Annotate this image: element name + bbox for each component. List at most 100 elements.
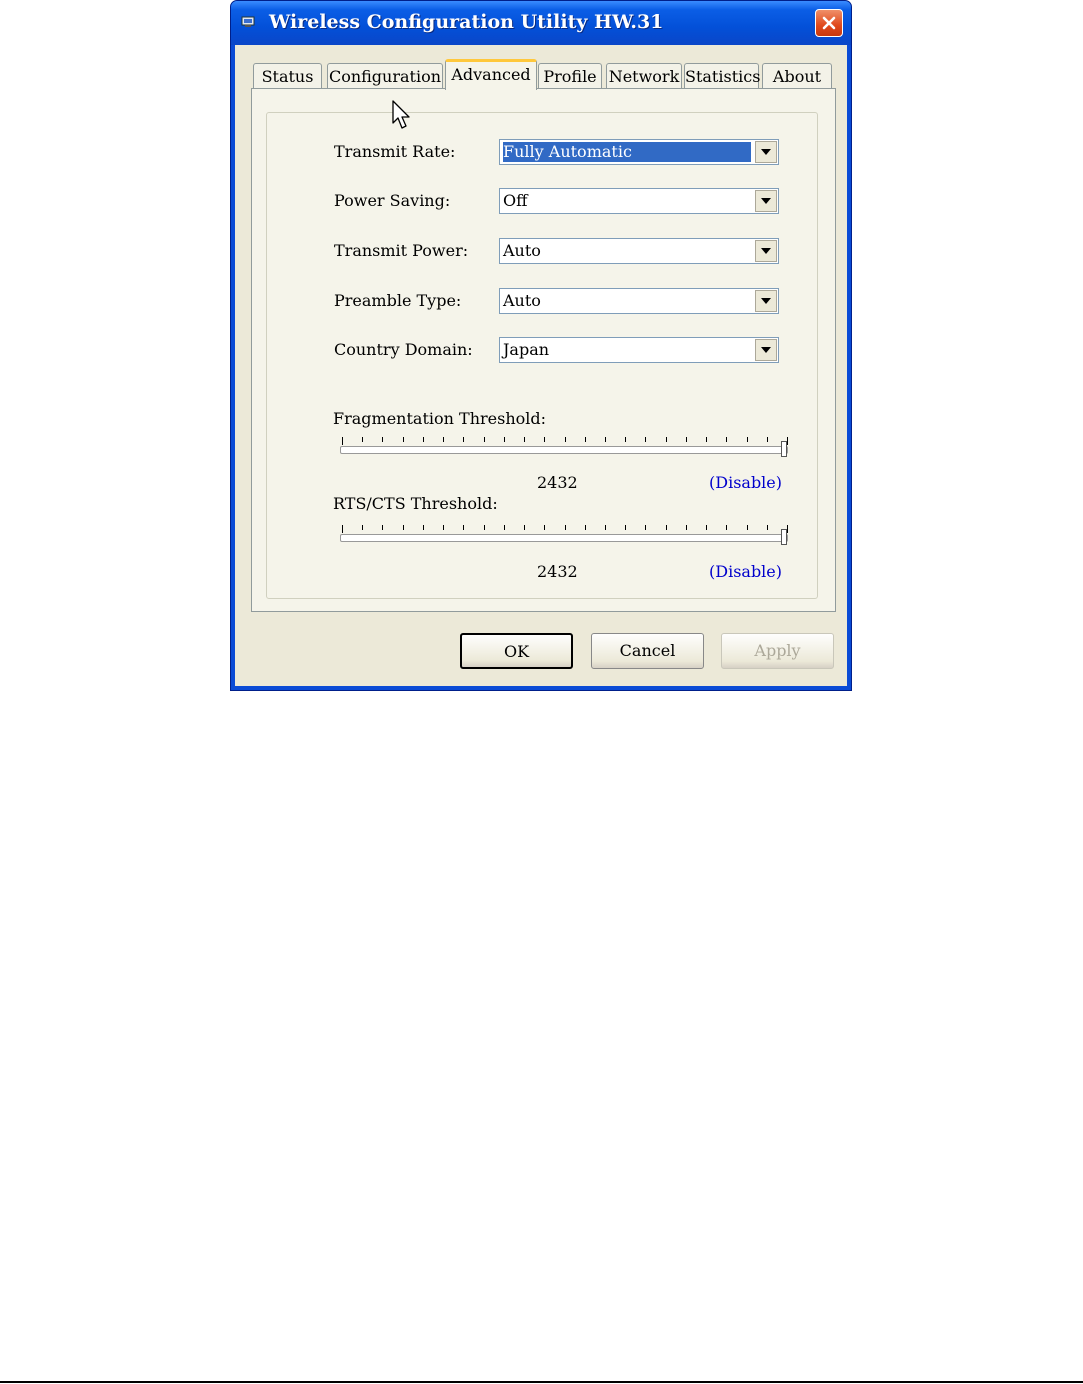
preamble-type-dropdown-button[interactable] [755,290,777,312]
slider-tick [565,525,566,530]
slider-tick [403,437,404,442]
rts-cts-slider[interactable] [340,529,788,545]
slider-tick [544,525,545,530]
tab-network[interactable]: Network [606,63,682,89]
slider-tick [504,437,505,442]
rts-cts-status: (Disable) [709,562,783,581]
slider-tick [666,525,667,530]
slider-tick [362,525,363,530]
power-saving-dropdown-button[interactable] [755,190,777,212]
slider-tick [787,525,788,533]
dialog-client-area: Status Configuration Advanced Profile Ne… [235,45,847,686]
power-saving-value: Off [503,191,528,210]
slider-tick [686,525,687,530]
slider-tick [645,525,646,530]
slider-tick [767,437,768,442]
country-domain-dropdown[interactable]: Japan [499,337,779,363]
preamble-type-value: Auto [503,291,541,310]
tab-status[interactable]: Status [253,63,322,89]
transmit-power-value: Auto [503,241,541,260]
dropdown-arrow-icon [761,198,771,204]
slider-tick [787,437,788,445]
tab-profile[interactable]: Profile [538,63,602,89]
close-icon [822,16,836,30]
slider-tick [443,437,444,442]
fragmentation-threshold-label: Fragmentation Threshold: [333,409,547,428]
rts-cts-slider-thumb[interactable] [781,529,787,545]
preamble-type-dropdown[interactable]: Auto [499,288,779,314]
slider-tick [544,437,545,442]
power-saving-label: Power Saving: [334,191,451,210]
transmit-rate-dropdown-button[interactable] [755,141,777,163]
rts-cts-value: 2432 [537,562,578,581]
slider-tick [362,437,363,442]
transmit-power-dropdown[interactable]: Auto [499,238,779,264]
slider-tick [645,437,646,442]
tab-configuration[interactable]: Configuration [327,63,443,89]
slider-tick [504,525,505,530]
country-domain-value: Japan [503,340,550,359]
slider-tick [342,437,343,445]
rts-cts-threshold-label: RTS/CTS Threshold: [333,494,498,513]
advanced-tab-panel: Transmit Rate: Fully Automatic Power Sav… [251,88,836,612]
slider-tick [484,437,485,442]
slider-tick [747,525,748,530]
slider-tick [484,525,485,530]
ok-button[interactable]: OK [460,633,573,669]
power-saving-dropdown[interactable]: Off [499,188,779,214]
network-adapter-icon [241,16,255,27]
dialog-window: Wireless Configuration Utility HW.31 Sta… [230,0,852,691]
slider-tick [585,525,586,530]
slider-tick [443,525,444,530]
fragmentation-status: (Disable) [709,473,783,492]
country-domain-label: Country Domain: [334,340,473,359]
preamble-type-label: Preamble Type: [334,291,462,310]
slider-tick [686,437,687,442]
slider-tick [423,437,424,442]
slider-tick [726,525,727,530]
tab-statistics[interactable]: Statistics [684,63,760,89]
slider-tick [423,525,424,530]
slider-tick [585,437,586,442]
mouse-cursor-icon [392,100,410,129]
slider-tick [463,437,464,442]
dropdown-arrow-icon [761,298,771,304]
slider-tick [382,437,383,442]
slider-tick [403,525,404,530]
page-bottom-rule [0,1381,1083,1383]
dropdown-arrow-icon [761,248,771,254]
dropdown-arrow-icon [761,347,771,353]
slider-tick [726,437,727,442]
window-title: Wireless Configuration Utility HW.31 [269,11,664,33]
transmit-power-dropdown-button[interactable] [755,240,777,262]
slider-tick [706,525,707,530]
tab-about[interactable]: About [762,63,832,89]
slider-tick [666,437,667,442]
transmit-rate-label: Transmit Rate: [334,142,456,161]
slider-tick [706,437,707,442]
fragmentation-slider-thumb[interactable] [781,441,787,457]
slider-tick [625,437,626,442]
tab-advanced[interactable]: Advanced [445,59,537,90]
slider-tick [565,437,566,442]
title-bar[interactable]: Wireless Configuration Utility HW.31 [231,1,851,45]
country-domain-dropdown-button[interactable] [755,339,777,361]
slider-tick [747,437,748,442]
slider-tick [342,525,343,533]
close-button[interactable] [815,9,843,37]
slider-tick [625,525,626,530]
apply-button[interactable]: Apply [721,633,834,669]
slider-tick [605,525,606,530]
slider-tick [767,525,768,530]
fragmentation-value: 2432 [537,473,578,492]
dropdown-arrow-icon [761,149,771,155]
slider-tick [524,437,525,442]
fragmentation-slider[interactable] [340,441,788,457]
transmit-rate-dropdown[interactable]: Fully Automatic [499,139,779,165]
slider-tick [382,525,383,530]
advanced-settings-group: Transmit Rate: Fully Automatic Power Sav… [266,112,818,599]
cancel-button[interactable]: Cancel [591,633,704,669]
slider-tick [463,525,464,530]
transmit-power-label: Transmit Power: [334,241,469,260]
slider-tick [605,437,606,442]
